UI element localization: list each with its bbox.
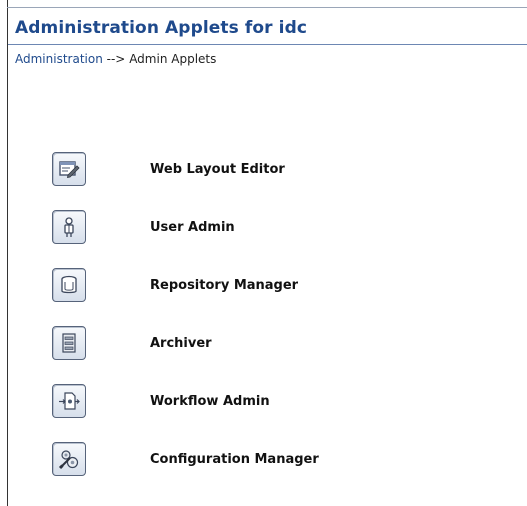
title-divider [8, 44, 527, 45]
breadcrumb-separator: --> [106, 52, 126, 66]
applet-archiver[interactable]: Archiver [52, 324, 212, 362]
workflow-admin-label[interactable]: Workflow Admin [150, 394, 270, 409]
configuration-manager-icon[interactable] [52, 442, 86, 476]
web-layout-editor-icon[interactable] [52, 152, 86, 186]
admin-applets-page: Administration Applets for idc Administr… [0, 0, 527, 506]
applet-repository-manager[interactable]: Repository Manager [52, 266, 298, 304]
breadcrumb-administration-link[interactable]: Administration [15, 52, 103, 66]
workflow-admin-icon[interactable] [52, 384, 86, 418]
archiver-icon[interactable] [52, 326, 86, 360]
breadcrumb-current: Admin Applets [129, 52, 217, 66]
applet-user-admin[interactable]: User Admin [52, 208, 235, 246]
left-border [7, 0, 8, 506]
web-layout-editor-label[interactable]: Web Layout Editor [150, 162, 285, 177]
applet-web-layout-editor[interactable]: Web Layout Editor [52, 150, 285, 188]
repository-manager-icon[interactable] [52, 268, 86, 302]
applet-workflow-admin[interactable]: Workflow Admin [52, 382, 270, 420]
page-title: Administration Applets for idc [15, 18, 308, 38]
configuration-manager-label[interactable]: Configuration Manager [150, 452, 319, 467]
archiver-label[interactable]: Archiver [150, 336, 212, 351]
user-admin-label[interactable]: User Admin [150, 220, 235, 235]
repository-manager-label[interactable]: Repository Manager [150, 278, 298, 293]
top-border [7, 7, 527, 8]
user-admin-icon[interactable] [52, 210, 86, 244]
applet-configuration-manager[interactable]: Configuration Manager [52, 440, 319, 478]
breadcrumb: Administration --> Admin Applets [15, 52, 216, 66]
